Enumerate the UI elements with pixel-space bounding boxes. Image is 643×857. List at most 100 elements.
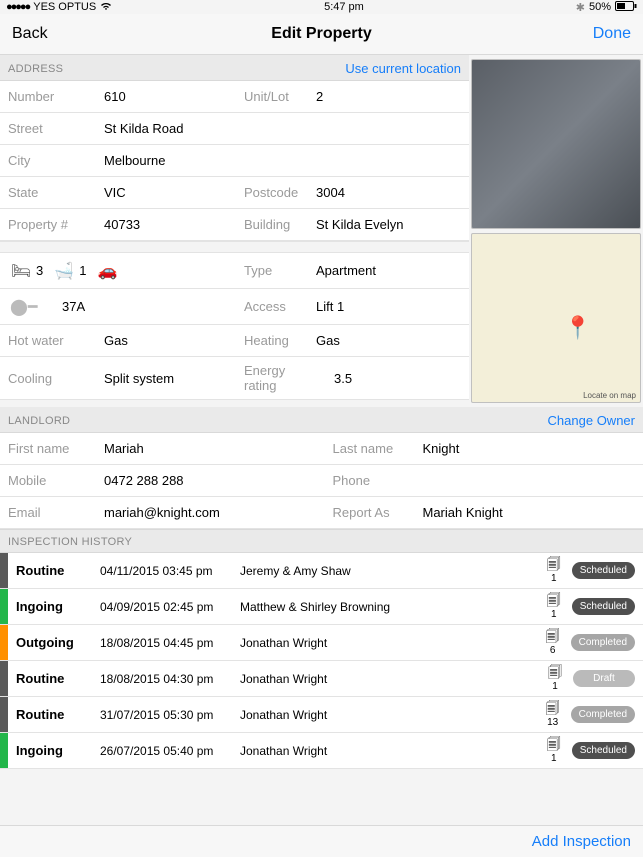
propnum-label: Property #: [0, 209, 96, 240]
battery-label: 50%: [589, 1, 611, 13]
hotwater-field[interactable]: Gas: [96, 325, 236, 356]
firstname-label: First name: [0, 433, 96, 464]
inspection-name: Matthew & Shirley Browning: [240, 600, 536, 614]
signal-dots-icon: ●●●●●: [6, 1, 29, 13]
number-field[interactable]: 610: [96, 81, 236, 112]
inspection-date: 31/07/2015 05:30 pm: [100, 708, 240, 722]
reportas-field[interactable]: Mariah Knight: [415, 497, 643, 528]
document-icon: 🗐: [547, 737, 561, 752]
lastname-field[interactable]: Knight: [415, 433, 643, 464]
property-map[interactable]: 📍 Locate on map: [471, 233, 641, 403]
carrier-label: YES OPTUS: [33, 1, 96, 13]
inspection-count: 🗐13: [535, 701, 571, 727]
mobile-label: Mobile: [0, 465, 96, 496]
document-icon: 🗐: [546, 701, 560, 716]
city-field[interactable]: Melbourne: [96, 145, 173, 176]
bath-count[interactable]: 1: [79, 263, 86, 278]
access-label: Access: [236, 293, 308, 320]
state-label: State: [0, 177, 96, 208]
email-label: Email: [0, 497, 96, 528]
inspection-type: Ingoing: [8, 599, 100, 614]
car-icon: 🚗: [96, 261, 118, 281]
phone-field[interactable]: [415, 465, 643, 496]
landlord-section-label: LANDLORD: [8, 415, 70, 427]
spacer: [0, 241, 469, 253]
inspection-row[interactable]: Outgoing18/08/2015 04:45 pmJonathan Wrig…: [0, 625, 643, 661]
status-stripe: [0, 661, 8, 696]
reportas-label: Report As: [325, 497, 415, 528]
postcode-label: Postcode: [236, 177, 308, 208]
history-section-label: INSPECTION HISTORY: [8, 536, 132, 548]
change-owner-button[interactable]: Change Owner: [548, 413, 635, 428]
locate-on-map-link[interactable]: Locate on map: [583, 391, 636, 400]
battery-icon: [615, 1, 637, 14]
inspection-name: Jeremy & Amy Shaw: [240, 564, 536, 578]
inspection-type: Outgoing: [8, 635, 100, 650]
inspection-date: 04/09/2015 02:45 pm: [100, 600, 240, 614]
bed-count[interactable]: 3: [36, 263, 43, 278]
heating-label: Heating: [236, 325, 308, 356]
propnum-field[interactable]: 40733: [96, 209, 236, 240]
inspection-row[interactable]: Routine04/11/2015 03:45 pmJeremy & Amy S…: [0, 553, 643, 589]
wifi-icon: [100, 1, 112, 14]
inspection-count: 🗐1: [536, 593, 572, 619]
inspection-type: Routine: [8, 671, 100, 686]
clock: 5:47 pm: [324, 1, 364, 13]
unit-field[interactable]: 2: [308, 81, 331, 112]
status-badge: Scheduled: [572, 562, 635, 579]
street-field[interactable]: St Kilda Road: [96, 113, 192, 144]
type-field[interactable]: Apartment: [308, 257, 384, 284]
hotwater-label: Hot water: [0, 325, 96, 356]
cooling-field[interactable]: Split system: [96, 357, 236, 399]
bluetooth-icon: ✱: [576, 1, 585, 14]
document-icon: 🗐: [547, 593, 561, 608]
status-stripe: [0, 553, 8, 588]
heating-field[interactable]: Gas: [308, 325, 348, 356]
energy-field[interactable]: 3.5: [326, 357, 360, 399]
inspection-row[interactable]: Routine18/08/2015 04:30 pmJonathan Wrigh…: [0, 661, 643, 697]
inspection-row[interactable]: Ingoing04/09/2015 02:45 pmMatthew & Shir…: [0, 589, 643, 625]
property-photo[interactable]: [471, 59, 641, 229]
building-label: Building: [236, 209, 308, 240]
status-stripe: [0, 589, 8, 624]
inspection-row[interactable]: Routine31/07/2015 05:30 pmJonathan Wrigh…: [0, 697, 643, 733]
document-icon: 🗐: [548, 665, 562, 680]
inspection-date: 04/11/2015 03:45 pm: [100, 564, 240, 578]
bath-icon: 🛁: [53, 261, 75, 281]
building-field[interactable]: St Kilda Evelyn: [308, 209, 411, 240]
landlord-section-header: LANDLORD Change Owner: [0, 407, 643, 433]
inspection-name: Jonathan Wright: [240, 708, 535, 722]
inspection-count: 🗐6: [535, 629, 571, 655]
address-section-label: ADDRESS: [8, 63, 63, 75]
page-title: Edit Property: [0, 25, 643, 43]
firstname-field[interactable]: Mariah: [96, 433, 325, 464]
key-value[interactable]: 37A: [62, 299, 85, 314]
status-badge: Draft: [573, 670, 635, 687]
type-label: Type: [236, 257, 308, 284]
back-button[interactable]: Back: [12, 25, 48, 43]
document-icon: 🗐: [547, 557, 561, 572]
inspection-name: Jonathan Wright: [240, 672, 537, 686]
add-inspection-button[interactable]: Add Inspection: [532, 833, 631, 850]
inspection-count: 🗐1: [536, 737, 572, 763]
status-stripe: [0, 733, 8, 768]
access-field[interactable]: Lift 1: [308, 293, 352, 320]
done-button[interactable]: Done: [593, 25, 631, 43]
status-badge: Scheduled: [572, 598, 635, 615]
inspection-type: Routine: [8, 563, 100, 578]
inspection-row[interactable]: Ingoing26/07/2015 05:40 pmJonathan Wrigh…: [0, 733, 643, 769]
use-location-button[interactable]: Use current location: [345, 61, 461, 76]
document-icon: 🗐: [546, 629, 560, 644]
mobile-field[interactable]: 0472 288 288: [96, 465, 325, 496]
email-field[interactable]: mariah@knight.com: [96, 497, 325, 528]
cooling-label: Cooling: [0, 357, 96, 399]
lastname-label: Last name: [325, 433, 415, 464]
city-label: City: [0, 145, 96, 176]
status-badge: Completed: [571, 634, 635, 651]
key-icon: ⬤━: [10, 297, 32, 317]
energy-label: Energy rating: [236, 357, 326, 399]
postcode-field[interactable]: 3004: [308, 177, 353, 208]
status-stripe: [0, 625, 8, 660]
state-field[interactable]: VIC: [96, 177, 236, 208]
number-label: Number: [0, 81, 96, 112]
